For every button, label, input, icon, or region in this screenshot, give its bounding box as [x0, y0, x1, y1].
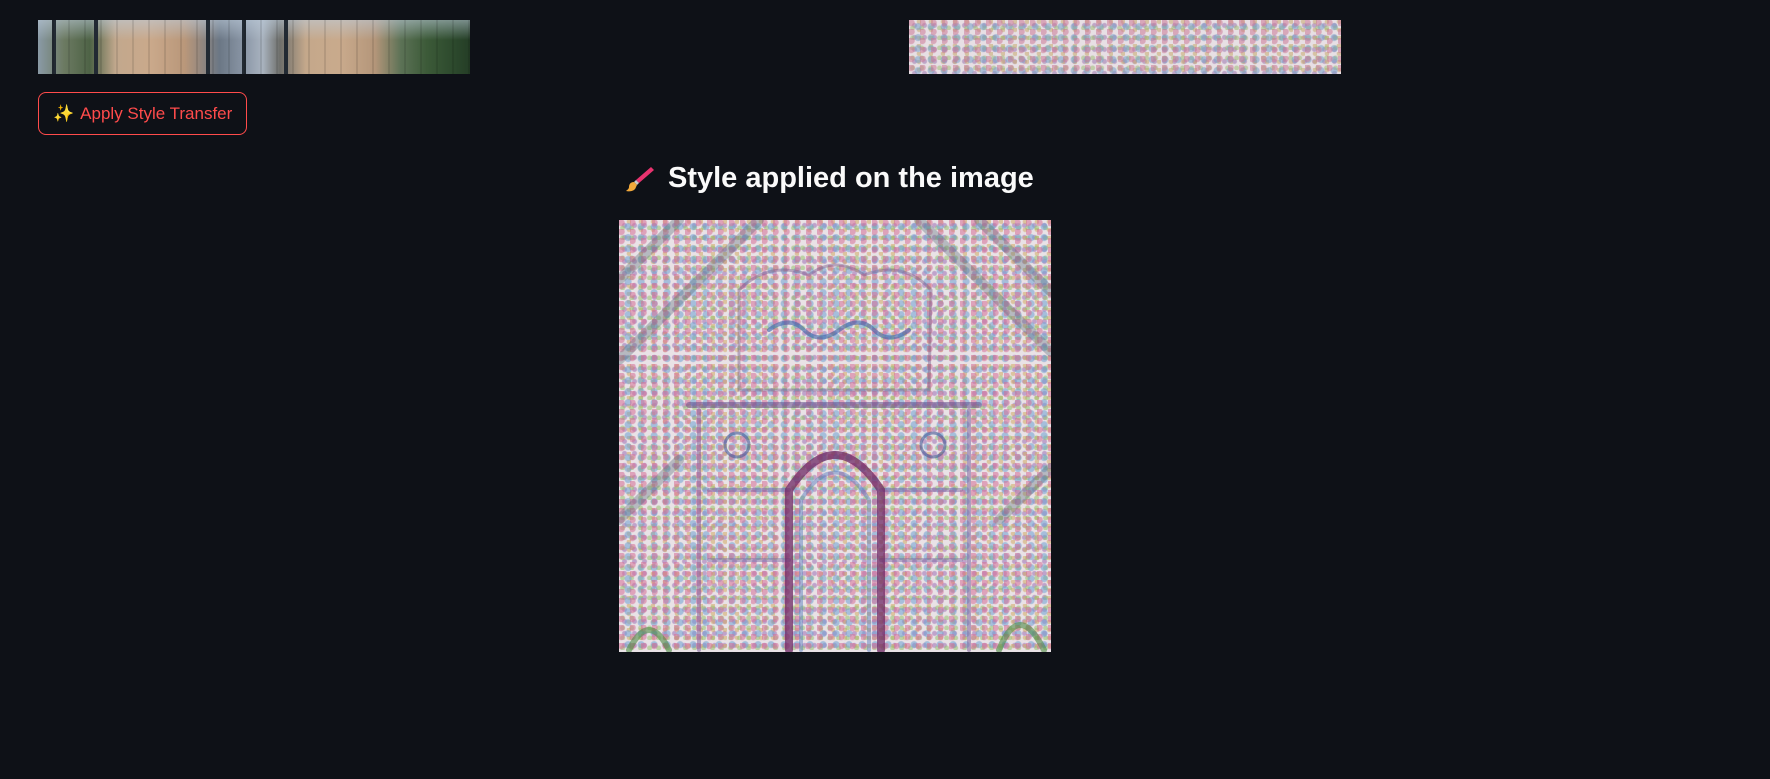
app-page: ✨ Apply Style Transfer Style applied on …: [0, 0, 1770, 779]
result-heading: Style applied on the image: [624, 162, 1034, 195]
apply-button-label: Apply Style Transfer: [80, 103, 233, 123]
flag-pole: [242, 20, 246, 74]
content-image: [38, 20, 470, 74]
apply-style-transfer-button[interactable]: ✨ Apply Style Transfer: [38, 92, 248, 135]
lamp-post: [94, 20, 98, 74]
stylized-result-image: [619, 220, 1051, 652]
sparkles-icon: ✨: [53, 104, 75, 123]
lamp-post: [284, 20, 288, 74]
style-image: [909, 20, 1341, 74]
lamp-post: [52, 20, 56, 74]
stylized-gate-drawing: [619, 220, 1051, 652]
flag-pole: [206, 20, 210, 74]
paintbrush-icon: [626, 166, 654, 191]
result-heading-text: Style applied on the image: [668, 162, 1034, 194]
